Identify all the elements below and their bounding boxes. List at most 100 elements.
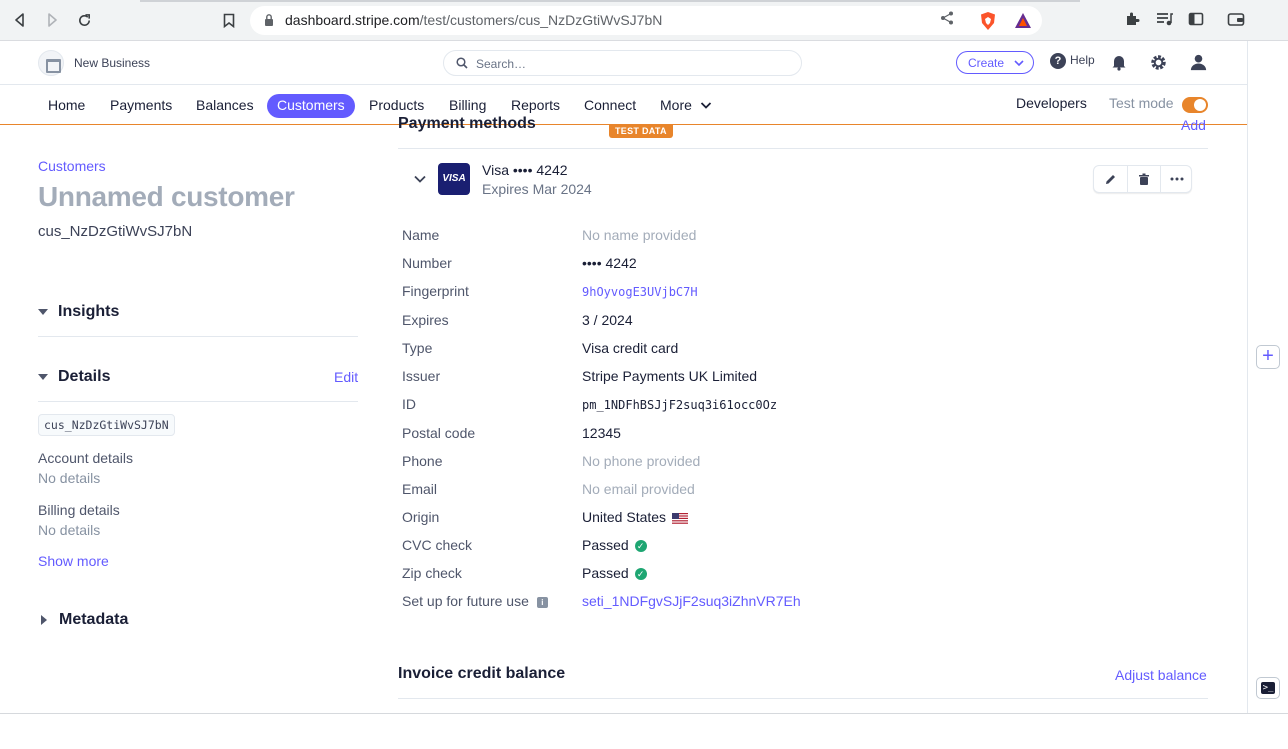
back-icon[interactable] [10, 10, 30, 30]
divider [38, 401, 358, 402]
row-label-email: Email [402, 481, 438, 497]
create-button[interactable]: Create [956, 51, 1034, 74]
nav-item-more[interactable]: More [660, 94, 712, 118]
help-label: Help [1070, 53, 1095, 68]
payment-methods-title: Payment methods [398, 115, 536, 132]
invoice-credit-balance-title: Invoice credit balance [398, 665, 566, 682]
row-label-issuer: Issuer [402, 368, 441, 384]
row-value-cvc-check: Passed ✓ [582, 537, 647, 553]
us-flag-icon [672, 512, 689, 524]
row-value-fingerprint[interactable]: 9hOyvogE3UVjbC7H [582, 285, 698, 299]
chevron-down-icon [1014, 60, 1024, 67]
search-input[interactable]: Search… [443, 50, 802, 76]
stripe-dashboard-page: New Business Search… Create ? Help Home P… [0, 41, 1247, 713]
account-details-value: No details [38, 470, 101, 486]
row-label-fingerprint: Fingerprint [402, 283, 469, 299]
trash-icon[interactable] [1127, 166, 1160, 192]
test-mode-toggle[interactable] [1182, 97, 1208, 113]
row-label-id: ID [402, 396, 416, 412]
browser-toolbar: dashboard.stripe.com/test/customers/cus_… [0, 0, 1288, 41]
card-summary: Visa •••• 4242 [482, 162, 568, 178]
account-details-label: Account details [38, 450, 133, 466]
caret-down-icon [38, 308, 48, 315]
terminal-icon[interactable]: >_ [1256, 677, 1280, 699]
extensions-icon[interactable] [1124, 11, 1142, 29]
user-account-icon[interactable] [1189, 53, 1209, 73]
business-store-icon[interactable] [38, 50, 64, 76]
billing-details-label: Billing details [38, 502, 120, 518]
brave-shield-icon[interactable] [978, 11, 998, 31]
info-icon[interactable]: i [536, 596, 548, 608]
test-mode-label: Test mode [1109, 95, 1174, 111]
customer-id-pill[interactable]: cus_NzDzGtiWvSJ7bN [38, 414, 175, 436]
right-side-rail: + >_ [1247, 41, 1288, 713]
chevron-down-icon[interactable] [413, 172, 427, 186]
setup-future-use-label: Set up for future use [402, 593, 529, 609]
url-text: dashboard.stripe.com/test/customers/cus_… [285, 12, 663, 28]
row-label-zip-check: Zip check [402, 565, 462, 581]
reload-icon[interactable] [74, 10, 94, 30]
payment-method-actions [1093, 165, 1192, 193]
share-icon[interactable] [940, 11, 954, 28]
developers-link[interactable]: Developers [1016, 95, 1087, 111]
address-bar[interactable]: dashboard.stripe.com/test/customers/cus_… [250, 6, 1042, 35]
tab-strip [140, 0, 1080, 2]
edit-details-link[interactable]: Edit [334, 369, 358, 385]
help-button[interactable]: ? Help [1050, 53, 1095, 73]
show-more-link[interactable]: Show more [38, 553, 109, 569]
bell-icon[interactable] [1110, 53, 1130, 73]
nav-item-home[interactable]: Home [48, 94, 85, 118]
row-value-type: Visa credit card [582, 340, 679, 356]
nav-item-customers[interactable]: Customers [267, 94, 355, 118]
row-value-expires: 3 / 2024 [582, 312, 633, 328]
nav-item-connect[interactable]: Connect [584, 94, 636, 118]
row-label-name: Name [402, 227, 440, 243]
add-payment-method-link[interactable]: Add [1181, 117, 1206, 133]
insights-title: Insights [58, 303, 120, 320]
playlist-icon[interactable] [1156, 11, 1174, 29]
more-options-icon[interactable] [1160, 166, 1193, 192]
metadata-toggle[interactable]: Metadata [38, 611, 128, 629]
details-toggle[interactable]: Details [38, 368, 110, 386]
row-label-expires: Expires [402, 312, 449, 328]
row-label-number: Number [402, 255, 452, 271]
bottom-strip [0, 713, 1288, 749]
nav-item-payments[interactable]: Payments [110, 94, 172, 118]
brave-rewards-icon[interactable] [1013, 11, 1033, 31]
details-title: Details [58, 368, 111, 385]
row-label-phone: Phone [402, 453, 443, 469]
check-circle-icon: ✓ [634, 540, 647, 553]
adjust-balance-link[interactable]: Adjust balance [1115, 667, 1207, 683]
row-value-issuer: Stripe Payments UK Limited [582, 368, 758, 384]
caret-right-icon [41, 614, 47, 625]
search-placeholder: Search… [476, 57, 527, 71]
visa-card-icon: VISA [438, 163, 470, 195]
customer-id: cus_NzDzGtiWvSJ7bN [38, 223, 193, 240]
business-name[interactable]: New Business [74, 56, 150, 70]
test-data-badge: TEST DATA [609, 124, 673, 138]
edit-pencil-icon[interactable] [1094, 166, 1127, 192]
row-value-setup-intent[interactable]: seti_1NDFgvSJjF2suq3iZhnVR7Eh [582, 593, 801, 609]
plus-icon[interactable]: + [1256, 345, 1280, 369]
dashboard-header: New Business Search… Create ? Help [0, 41, 1247, 85]
row-value-postal-code: 12345 [582, 425, 621, 441]
wallet-icon[interactable] [1227, 11, 1245, 29]
create-button-label: Create [968, 56, 1005, 70]
cvc-check-status: Passed [582, 537, 629, 553]
card-expiry: Expires Mar 2024 [482, 181, 592, 197]
lock-icon [265, 14, 273, 26]
nav-item-balances[interactable]: Balances [196, 94, 254, 118]
caret-down-icon [38, 373, 48, 380]
row-value-number: •••• 4242 [582, 255, 637, 271]
forward-icon[interactable] [42, 10, 62, 30]
row-value-id: pm_1NDFhBSJjF2suq3i61occ0Oz [582, 398, 778, 412]
bookmark-icon[interactable] [219, 10, 239, 30]
sidebar-icon[interactable] [1188, 11, 1206, 29]
row-label-cvc-check: CVC check [402, 537, 473, 553]
metadata-title: Metadata [59, 611, 129, 628]
check-circle-icon: ✓ [634, 568, 647, 581]
gear-icon[interactable] [1149, 53, 1169, 73]
insights-toggle[interactable]: Insights [38, 303, 119, 321]
breadcrumb[interactable]: Customers [38, 158, 106, 174]
main-nav: Home Payments Balances Customers Product… [0, 85, 1247, 125]
